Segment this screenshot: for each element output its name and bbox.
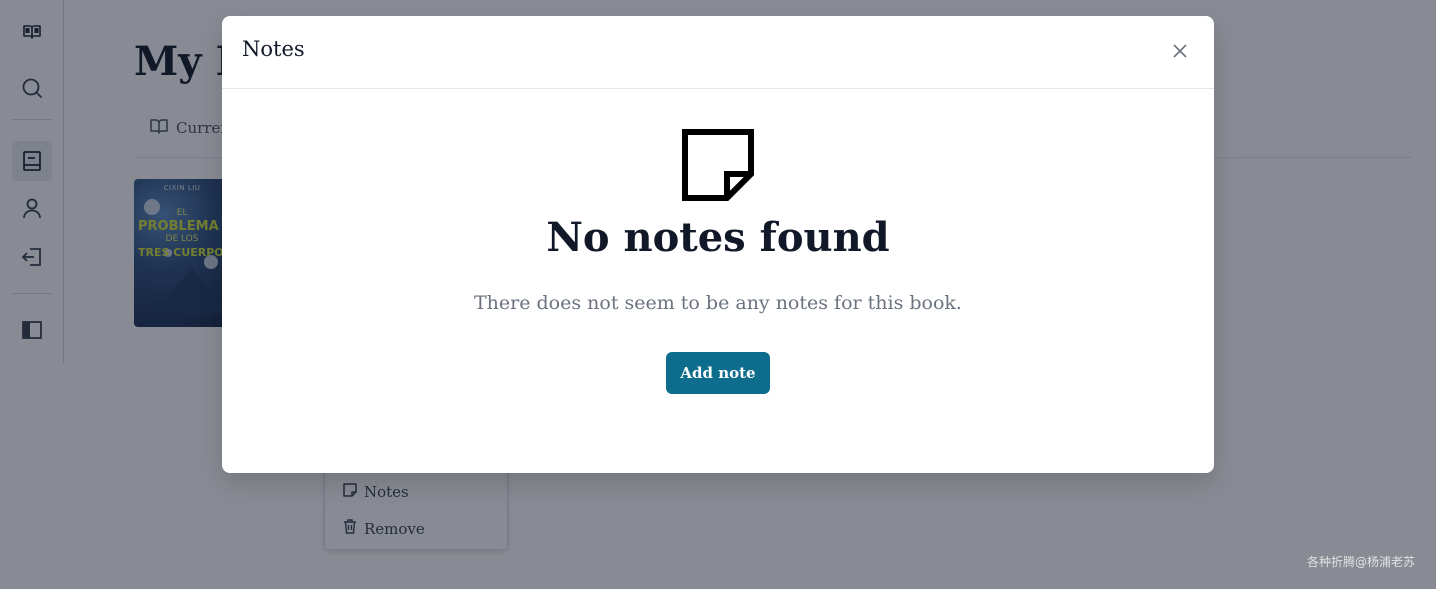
close-icon[interactable] xyxy=(1172,43,1188,59)
modal-header: Notes xyxy=(222,16,1214,89)
watermark: 各种折腾@杨浦老苏 xyxy=(1306,555,1415,569)
modal-title: Notes xyxy=(242,37,305,61)
empty-state-heading: No notes found xyxy=(546,214,890,261)
empty-state-description: There does not seem to be any notes for … xyxy=(474,292,962,314)
sticky-note-icon xyxy=(682,129,754,205)
add-note-button[interactable]: Add note xyxy=(666,352,770,394)
notes-modal: Notes No notes found There does not seem… xyxy=(222,16,1214,473)
